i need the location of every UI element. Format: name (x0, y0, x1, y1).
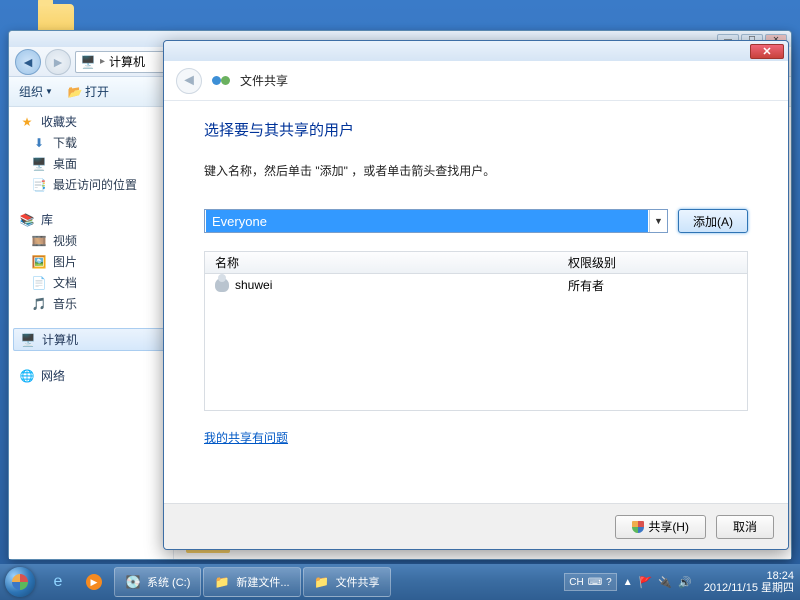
pinned-ie[interactable]: e (40, 567, 76, 597)
explorer-sidebar: ★收藏夹 ⬇下载 🖥️桌面 📑最近访问的位置 📚库 🎞️视频 🖼️图片 📄文档 … (9, 107, 174, 559)
sidebar-libraries-head[interactable]: 📚库 (9, 209, 173, 230)
user-input-row: ▼ 添加(A) (204, 209, 748, 233)
share-users-icon (212, 72, 230, 90)
sidebar-pictures[interactable]: 🖼️图片 (9, 251, 173, 272)
sidebar-videos[interactable]: 🎞️视频 (9, 230, 173, 251)
taskbar-item-fileshare[interactable]: 📁文件共享 (303, 567, 391, 597)
computer-icon: 🖥️ (80, 54, 96, 70)
dialog-instruction: 键入名称，然后单击 "添加" ，或者单击箭头查找用户。 (204, 162, 748, 179)
dialog-header: ◄ 文件共享 (164, 61, 788, 101)
network-icon: 🌐 (19, 368, 35, 384)
breadcrumb-separator: ▸ (100, 56, 105, 67)
user-input[interactable] (206, 210, 648, 232)
media-icon: ▶ (86, 574, 102, 590)
folder-icon (38, 4, 74, 32)
sidebar-documents[interactable]: 📄文档 (9, 272, 173, 293)
document-icon: 📄 (31, 275, 47, 291)
row-user-perm: 所有者 (560, 277, 747, 294)
desktop-icon: 🖥️ (31, 156, 47, 172)
open-folder-icon: 📂 (67, 84, 83, 100)
start-button[interactable] (0, 564, 40, 600)
sidebar-music[interactable]: 🎵音乐 (9, 293, 173, 314)
pinned-media[interactable]: ▶ (76, 567, 112, 597)
sidebar-desktop[interactable]: 🖥️桌面 (9, 153, 173, 174)
drive-icon: 💽 (125, 574, 141, 590)
permissions-table: 名称 权限级别 shuwei 所有者 (204, 251, 748, 411)
nav-back-button[interactable]: ◄ (15, 49, 41, 75)
toolbar-open[interactable]: 📂打开 (67, 83, 109, 100)
file-sharing-dialog: ✕ ◄ 文件共享 选择要与其共享的用户 键入名称，然后单击 "添加" ，或者单击… (163, 40, 789, 550)
tray-volume-icon[interactable]: 🔊 (678, 576, 692, 589)
sidebar-network[interactable]: 🌐网络 (9, 365, 173, 386)
col-perm-header[interactable]: 权限级别 (560, 254, 747, 271)
dialog-heading: 选择要与其共享的用户 (204, 119, 748, 140)
folder-icon: 📁 (314, 574, 330, 590)
sidebar-downloads[interactable]: ⬇下载 (9, 132, 173, 153)
dialog-back-button[interactable]: ◄ (176, 68, 202, 94)
clock-date: 2012/11/15 星期四 (704, 582, 794, 594)
keyboard-icon: ⌨ (588, 577, 602, 588)
recent-icon: 📑 (31, 177, 47, 193)
tray-network-icon[interactable]: 🔌 (658, 576, 672, 589)
table-header: 名称 权限级别 (205, 252, 747, 274)
cancel-button[interactable]: 取消 (716, 515, 774, 539)
windows-orb-icon (5, 567, 35, 597)
ime-indicator[interactable]: CH⌨? (564, 573, 616, 591)
toolbar-organize[interactable]: 组织 ▼ (19, 83, 53, 100)
tray-chevron-icon[interactable]: ▲ (623, 577, 633, 588)
sidebar-computer[interactable]: 🖥️计算机 (13, 328, 169, 351)
dialog-body: 选择要与其共享的用户 键入名称，然后单击 "添加" ，或者单击箭头查找用户。 ▼… (164, 101, 788, 503)
dialog-close-button[interactable]: ✕ (750, 44, 784, 59)
share-button[interactable]: 共享(H) (615, 515, 706, 539)
taskbar-item-system-c[interactable]: 💽系统 (C:) (114, 567, 201, 597)
add-button[interactable]: 添加(A) (678, 209, 748, 233)
breadcrumb-label: 计算机 (109, 53, 145, 70)
table-row[interactable]: shuwei 所有者 (205, 274, 747, 296)
taskbar-clock[interactable]: 18:24 2012/11/15 星期四 (704, 570, 794, 594)
taskbar-item-newfolder[interactable]: 📁新建文件... (203, 567, 300, 597)
dropdown-icon: ▼ (45, 87, 53, 96)
library-icon: 📚 (19, 212, 35, 228)
ie-icon: e (54, 573, 63, 591)
taskbar: e ▶ 💽系统 (C:) 📁新建文件... 📁文件共享 CH⌨? ▲ 🚩 🔌 🔊… (0, 564, 800, 600)
download-icon: ⬇ (31, 135, 47, 151)
video-icon: 🎞️ (31, 233, 47, 249)
picture-icon: 🖼️ (31, 254, 47, 270)
tray-flag-icon[interactable]: 🚩 (639, 576, 653, 589)
clock-time: 18:24 (704, 570, 794, 582)
shield-icon (632, 521, 644, 533)
user-icon (215, 278, 229, 292)
row-user-name: shuwei (235, 278, 272, 292)
star-icon: ★ (19, 114, 35, 130)
computer-icon: 🖥️ (20, 332, 36, 348)
nav-forward-button[interactable]: ► (45, 49, 71, 75)
dialog-footer: 共享(H) 取消 (164, 503, 788, 549)
system-tray: CH⌨? ▲ 🚩 🔌 🔊 18:24 2012/11/15 星期四 (564, 570, 794, 594)
help-link[interactable]: 我的共享有问题 (204, 429, 288, 446)
combobox-arrow-icon[interactable]: ▼ (649, 210, 667, 232)
dialog-title: 文件共享 (240, 72, 288, 89)
folder-icon: 📁 (214, 574, 230, 590)
dialog-titlebar: ✕ (164, 41, 788, 61)
col-name-header[interactable]: 名称 (205, 254, 560, 271)
sidebar-recent[interactable]: 📑最近访问的位置 (9, 174, 173, 195)
sidebar-favorites-head[interactable]: ★收藏夹 (9, 111, 173, 132)
user-combobox[interactable]: ▼ (204, 209, 668, 233)
music-icon: 🎵 (31, 296, 47, 312)
help-icon: ? (606, 577, 612, 588)
